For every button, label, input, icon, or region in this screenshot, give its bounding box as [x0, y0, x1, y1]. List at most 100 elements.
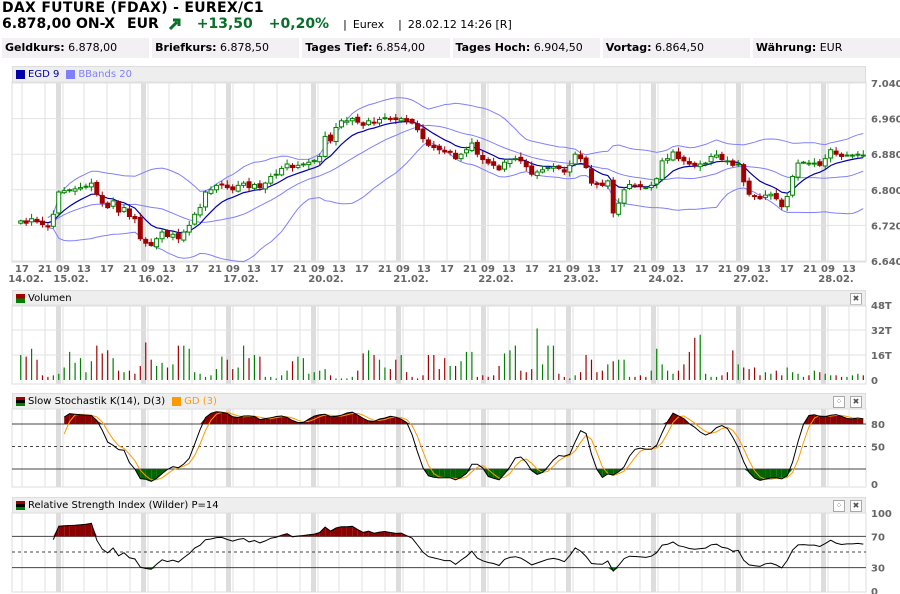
x-tick-label: 17 [270, 264, 284, 275]
candle-down [137, 216, 143, 240]
candle-up [784, 195, 790, 208]
candle-up [463, 149, 469, 154]
candle-up [855, 153, 861, 156]
y-tick-label: 7.040 [871, 79, 900, 90]
candle-down [126, 208, 132, 217]
candle-up [213, 184, 219, 191]
candle-up [670, 151, 676, 161]
candle-up [72, 188, 78, 192]
day-separator [736, 82, 741, 262]
overbought-fill [346, 526, 353, 537]
overbought-fill [341, 526, 347, 537]
chart-canvas[interactable]: 7.0406.9606.8806.8006.7206.64017 21 09 13 17… [0, 0, 900, 594]
candle-down [496, 165, 502, 171]
candle-up [458, 153, 464, 160]
oversold-fill [765, 469, 771, 480]
x-tick-label: 21 [293, 264, 307, 275]
x-tick-label: 17 [100, 264, 114, 275]
candle-down [143, 238, 149, 244]
candle-up [159, 231, 165, 240]
candle-down [415, 123, 421, 131]
candle-down [817, 161, 823, 166]
candle-up [822, 158, 828, 167]
candle-up [317, 155, 323, 163]
x-tick-label: 17 [610, 264, 624, 275]
candle-down [99, 195, 105, 204]
candle-up [333, 127, 339, 143]
candle-down [387, 117, 393, 120]
candle-up [311, 159, 317, 163]
candle-down [355, 116, 361, 123]
day-separator [481, 409, 486, 487]
day-separator [311, 82, 316, 262]
candle-up [659, 160, 665, 180]
candle-up [186, 224, 192, 233]
date-label: 15.02. [53, 274, 88, 285]
candle-down [34, 218, 40, 223]
candle-down [246, 181, 252, 189]
overbought-fill [75, 414, 81, 424]
candle-down [839, 153, 845, 157]
candle-down [431, 144, 437, 149]
candle-up [284, 163, 290, 169]
overbought-fill [58, 525, 65, 537]
candle-up [83, 185, 89, 188]
candle-up [714, 154, 720, 158]
x-tick-label: 17 [185, 264, 199, 275]
candle-down [757, 195, 763, 200]
candle-down [773, 193, 779, 200]
candle-down [746, 180, 752, 195]
day-separator [56, 306, 61, 384]
candle-up [382, 117, 388, 120]
overbought-fill [85, 523, 92, 537]
candle-up [768, 193, 774, 197]
candle-up [67, 189, 73, 192]
y-tick-label: 6.720 [871, 221, 900, 232]
candle-up [605, 180, 611, 187]
candle-down [23, 220, 29, 224]
y-tick-label: 6.640 [871, 257, 900, 268]
oversold-fill [444, 469, 451, 478]
candle-up [643, 187, 649, 190]
date-label: 23.02. [563, 274, 598, 285]
candle-up [550, 166, 556, 169]
candle-up [78, 187, 84, 190]
candle-up [806, 162, 812, 165]
candle-up [735, 163, 741, 166]
candle-down [132, 216, 138, 220]
candle-down [116, 201, 122, 213]
y-tick-label: 0 [871, 480, 878, 491]
day-separator [566, 409, 571, 487]
candle-up [349, 118, 355, 122]
candle-up [398, 118, 404, 122]
candle-down [290, 164, 296, 169]
date-label: 17.02. [223, 274, 258, 285]
candle-up [790, 175, 796, 196]
candle-up [61, 190, 67, 194]
candle-down [219, 183, 225, 186]
candle-up [273, 173, 279, 176]
candle-down [741, 164, 747, 183]
candle-down [523, 161, 529, 168]
overbought-fill [85, 415, 92, 424]
candle-down [420, 128, 426, 140]
candle-down [561, 169, 567, 173]
candle-up [697, 163, 703, 168]
candle-up [616, 202, 622, 215]
candle-down [692, 162, 698, 166]
overbought-fill [80, 414, 86, 424]
x-tick-label: 21 [633, 264, 647, 275]
candle-down [681, 156, 687, 162]
candle-down [453, 152, 459, 160]
candle-down [599, 182, 605, 186]
candle-up [251, 183, 257, 189]
y-tick-label: 0 [871, 376, 878, 387]
y-tick-label: 6.960 [871, 115, 900, 126]
candle-down [480, 155, 486, 161]
y-tick-label: 48T [871, 301, 892, 312]
overbought-fill [75, 524, 81, 537]
day-separator [821, 306, 826, 384]
candle-up [29, 218, 35, 223]
candle-down [224, 184, 230, 189]
candle-up [844, 154, 850, 157]
